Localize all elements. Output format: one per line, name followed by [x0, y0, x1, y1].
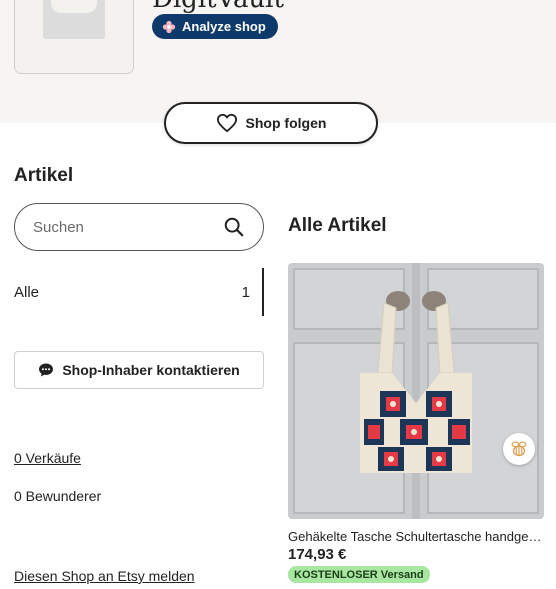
follow-shop-button[interactable]: Shop folgen: [164, 102, 378, 144]
category-item-all[interactable]: Alle 1: [14, 268, 264, 316]
sales-link[interactable]: 0 Verkäufe: [14, 450, 81, 466]
analyze-shop-label: Analyze shop: [182, 19, 266, 34]
search-box: [14, 203, 264, 251]
category-count: 1: [241, 283, 250, 301]
search-icon[interactable]: [223, 216, 245, 238]
flower-icon: [162, 20, 176, 33]
shop-logo: [14, 0, 134, 74]
contact-owner-button[interactable]: Shop-Inhaber kontaktieren: [14, 351, 264, 389]
favorite-button[interactable]: [503, 433, 535, 465]
shop-name: DigitVault: [152, 0, 284, 14]
search-input[interactable]: [33, 218, 183, 236]
chat-bubble-icon: [39, 363, 54, 377]
follow-shop-label: Shop folgen: [245, 115, 327, 131]
all-items-title: Alle Artikel: [288, 215, 387, 236]
category-label: Alle: [14, 283, 40, 301]
heart-icon: [216, 113, 237, 133]
free-shipping-badge: KOSTENLOSER Versand: [288, 566, 430, 583]
category-selected-indicator: [262, 268, 264, 316]
store-placeholder-icon: [43, 0, 105, 39]
bee-icon: [511, 441, 527, 457]
admirers-count: 0 Bewunderer: [14, 488, 102, 504]
items-section-title: Artikel: [14, 165, 74, 186]
report-shop-link[interactable]: Diesen Shop an Etsy melden: [14, 568, 195, 584]
listing-price: 174,93 €: [288, 546, 347, 563]
crochet-bag-photo: [288, 263, 544, 519]
listing-image[interactable]: [288, 263, 544, 519]
analyze-shop-button[interactable]: Analyze shop: [152, 14, 278, 39]
listing-title[interactable]: Gehäkelte Tasche Schultertasche handgema…: [288, 529, 544, 544]
contact-owner-label: Shop-Inhaber kontaktieren: [62, 362, 240, 378]
